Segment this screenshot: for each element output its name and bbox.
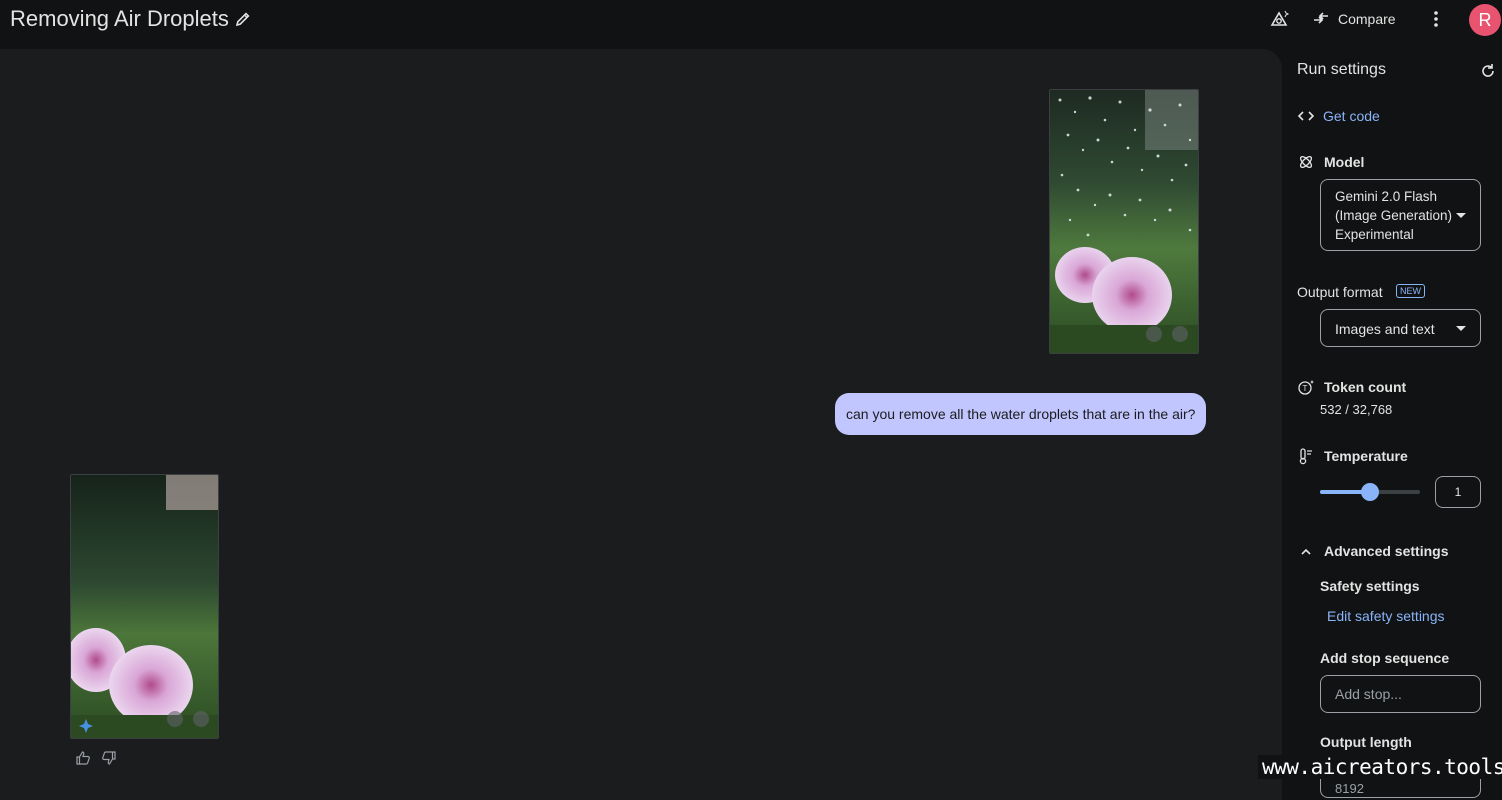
refresh-icon[interactable] [1479, 62, 1497, 80]
run-settings-title: Run settings [1297, 61, 1386, 78]
new-badge: NEW [1396, 284, 1425, 298]
uploaded-image[interactable] [1049, 89, 1199, 354]
chevron-down-icon [1456, 326, 1466, 331]
avatar[interactable]: R [1469, 4, 1501, 36]
watermark: www.aicreators.tools [1258, 755, 1502, 779]
token-icon: T [1298, 380, 1314, 395]
model-line-3: Experimental [1335, 227, 1414, 242]
flower-with-droplets-image [1050, 90, 1198, 353]
compare-arrows-icon [1314, 12, 1328, 24]
edit-pencil-icon[interactable] [233, 9, 253, 29]
more-vert-icon[interactable] [1425, 8, 1447, 30]
temperature-slider-thumb[interactable] [1361, 483, 1379, 501]
safety-settings-label: Safety settings [1320, 578, 1420, 594]
output-format-value: Images and text [1335, 321, 1435, 337]
flower-clean-image [71, 475, 218, 738]
output-length-label: Output length [1320, 734, 1412, 750]
token-sparkle-icon[interactable] [1268, 8, 1290, 30]
edit-safety-settings-link[interactable]: Edit safety settings [1327, 608, 1445, 624]
token-count-label: Token count [1324, 379, 1407, 395]
stop-sequence-label: Add stop sequence [1320, 650, 1450, 666]
advanced-settings-toggle[interactable]: Advanced settings [1324, 543, 1448, 559]
temperature-slider[interactable] [1320, 483, 1420, 501]
model-icon [1299, 155, 1313, 169]
svg-text:T: T [1303, 384, 1308, 393]
model-line-1: Gemini 2.0 Flash [1335, 189, 1438, 204]
user-message-bubble: can you remove all the water droplets th… [835, 393, 1207, 435]
run-settings-panel: Run settings Get code Model Gemini 2.0 F… [1282, 40, 1502, 800]
compare-button[interactable]: Compare [1312, 6, 1396, 32]
chevron-up-icon[interactable] [1297, 543, 1315, 561]
code-icon[interactable] [1297, 107, 1315, 125]
thumbs-down-icon[interactable] [101, 750, 117, 766]
output-format-select[interactable]: Images and text [1320, 309, 1481, 347]
compare-label: Compare [1338, 11, 1396, 27]
get-code-link[interactable]: Get code [1323, 108, 1380, 124]
thumbs-up-icon[interactable] [75, 750, 91, 766]
stop-sequence-input[interactable] [1320, 675, 1481, 713]
model-select[interactable]: Gemini 2.0 Flash (Image Generation) Expe… [1320, 179, 1481, 251]
chevron-down-icon [1456, 213, 1466, 218]
thermometer-icon [1299, 448, 1312, 465]
chat-panel: can you remove all the water droplets th… [0, 49, 1282, 800]
model-label: Model [1324, 154, 1365, 170]
output-format-label: Output format [1297, 284, 1383, 300]
token-count-value: 532 / 32,768 [1320, 402, 1393, 417]
temperature-input[interactable]: 1 [1435, 476, 1481, 508]
prompt-title[interactable]: Removing Air Droplets [10, 6, 229, 32]
model-line-2: (Image Generation) [1335, 208, 1453, 223]
top-bar: Removing Air Droplets Compare R [0, 0, 1502, 40]
temperature-label: Temperature [1324, 448, 1408, 464]
generated-image[interactable] [70, 474, 219, 739]
